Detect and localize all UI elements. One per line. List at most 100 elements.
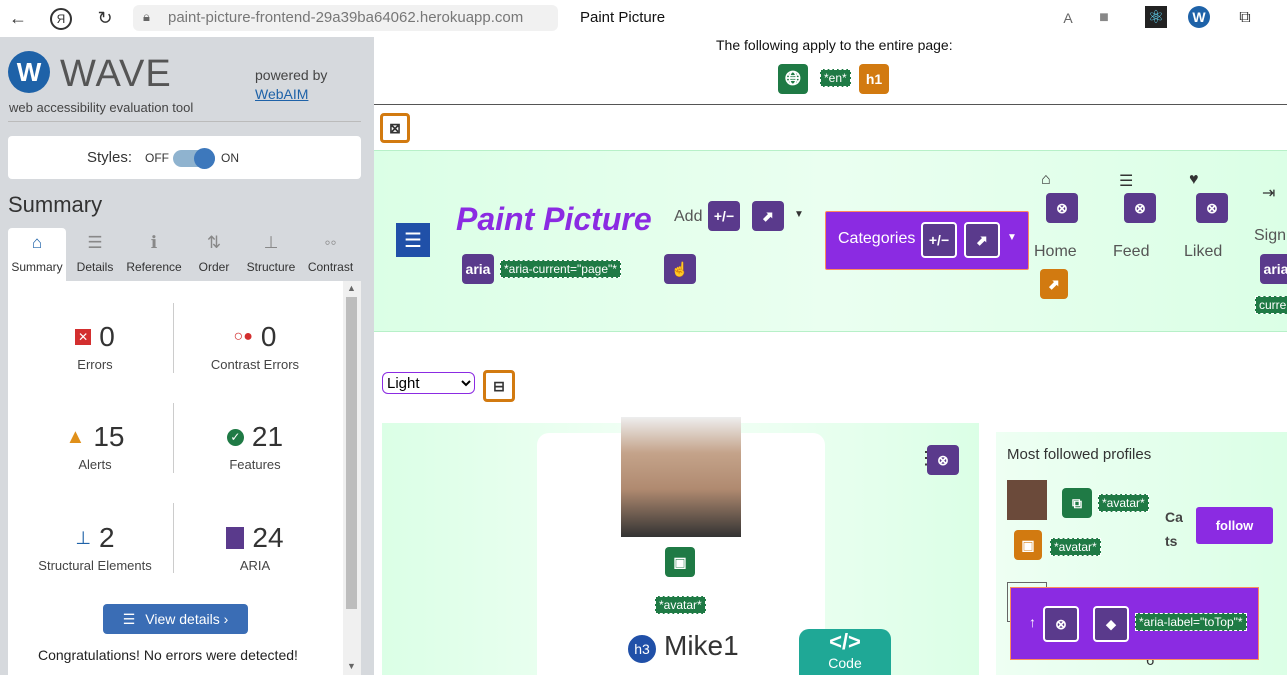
- link-x-icon[interactable]: ⊗: [927, 445, 959, 475]
- url-text: paint-picture-frontend-29a39ba64062.hero…: [168, 9, 524, 26]
- plus-minus-badge[interactable]: +/−: [708, 201, 740, 231]
- link-x-icon[interactable]: ⊗: [1124, 193, 1156, 223]
- lock-icon: 🔒︎: [143, 9, 150, 24]
- home-icon: ⌂: [1041, 171, 1051, 188]
- scroll-down-icon[interactable]: ▼: [347, 661, 356, 671]
- code-badge[interactable]: </> Code: [799, 629, 891, 675]
- yandex-icon[interactable]: Я: [50, 8, 72, 30]
- profile-name[interactable]: Ca ts: [1165, 505, 1187, 553]
- structural-count: 2: [99, 522, 115, 553]
- image-feature-icon[interactable]: ▣: [665, 547, 695, 577]
- summary-heading: Summary: [8, 192, 103, 217]
- tab-structure[interactable]: ⊥ Structure: [242, 228, 300, 281]
- select-alert-icon[interactable]: ⊟: [483, 370, 515, 402]
- arrow-up-icon: ↑: [1029, 614, 1036, 630]
- navbar: ☰ Paint Picture aria *aria-current="page…: [374, 150, 1287, 332]
- aria-label: ARIA: [239, 558, 271, 573]
- structure-icon: ⊥: [75, 527, 92, 548]
- webaim-link[interactable]: WebAIM: [255, 86, 308, 102]
- aria-stat[interactable]: 24 ARIA: [175, 522, 335, 573]
- contrast-stat[interactable]: ○● 0 Contrast Errors: [175, 321, 335, 372]
- nav-liked[interactable]: Liked: [1184, 243, 1222, 261]
- lang-tag: *en*: [820, 69, 851, 87]
- styles-toggle[interactable]: [173, 148, 215, 169]
- contrast-icon: ◦◦: [324, 233, 337, 252]
- alerts-stat[interactable]: ▲ 15 Alerts: [15, 421, 175, 472]
- tab-label: Order: [198, 260, 230, 274]
- address-bar[interactable]: 🔒︎ paint-picture-frontend-29a39ba64062.h…: [133, 5, 558, 31]
- reload-icon[interactable]: ↻: [93, 6, 117, 30]
- wave-extension-icon[interactable]: W: [1188, 6, 1210, 28]
- list-icon: ☰: [122, 610, 136, 627]
- view-details-button[interactable]: ☰ View details ›: [103, 604, 248, 634]
- follow-button[interactable]: follow: [1196, 507, 1273, 544]
- brand-title[interactable]: Paint Picture: [456, 201, 652, 238]
- popup-icon[interactable]: ⬈: [752, 201, 784, 231]
- errors-stat[interactable]: ✕ 0 Errors: [15, 321, 175, 372]
- theme-select[interactable]: Light: [382, 372, 475, 394]
- aria-badge-label: aria: [1263, 261, 1287, 277]
- extensions-icon[interactable]: ⧉: [1233, 6, 1257, 30]
- react-devtools-icon[interactable]: ⚛: [1145, 6, 1167, 28]
- sign-in-icon: ⇥: [1262, 185, 1276, 202]
- tab-label: Details: [76, 260, 114, 274]
- tab-order[interactable]: ⇅ Order: [186, 228, 242, 281]
- nav-feed[interactable]: Feed: [1113, 243, 1149, 261]
- divider: [8, 121, 361, 122]
- translate-icon[interactable]: A: [1056, 6, 1080, 30]
- contrast-error-icon: ○●: [233, 328, 253, 345]
- feature-check-icon: ✓: [226, 428, 244, 446]
- styles-off-label: OFF: [145, 151, 169, 165]
- most-followed-heading: Most followed profiles: [1007, 446, 1152, 463]
- aria-badge[interactable]: aria: [1260, 254, 1287, 284]
- h1-badge[interactable]: h1: [859, 64, 889, 94]
- aria-badge[interactable]: aria: [462, 254, 494, 284]
- h1-label: h1: [865, 71, 883, 87]
- image-alert-icon[interactable]: ▣: [1014, 530, 1042, 560]
- image-alert-icon[interactable]: ⬈: [1040, 269, 1068, 299]
- scrollbar-thumb[interactable]: [346, 297, 357, 609]
- categories-button[interactable]: Categories +/− ⬈ ▼: [825, 211, 1029, 270]
- features-count: 21: [251, 421, 284, 452]
- scroll-up-icon[interactable]: ▲: [347, 283, 356, 293]
- features-stat[interactable]: ✓ 21 Features: [175, 421, 335, 472]
- aria-label-tag: *aria-label="toTop"*: [1135, 613, 1247, 631]
- to-top-button[interactable]: ↑ ⊗ ⬥ *aria-label="toTop"*: [1010, 587, 1259, 660]
- link-x-icon[interactable]: ⊗: [1046, 193, 1078, 223]
- tab-contrast[interactable]: ◦◦ Contrast: [300, 228, 361, 281]
- plus-minus-label: +/−: [713, 208, 735, 224]
- toggle-knob: [194, 148, 215, 169]
- post-card: ▣ *avatar* h3 Mike1: [537, 417, 825, 675]
- tab-label: Contrast: [307, 260, 354, 274]
- image-alert-icon[interactable]: ⊠: [380, 113, 410, 143]
- tab-summary[interactable]: ⌂ Summary: [8, 228, 66, 281]
- wave-logo-icon: W: [8, 51, 50, 93]
- tab-details[interactable]: ☰ Details: [66, 228, 124, 281]
- link-icon[interactable]: ☝: [664, 254, 696, 284]
- chevron-down-icon[interactable]: ▼: [794, 209, 804, 220]
- nav-sign[interactable]: Sign: [1254, 227, 1286, 245]
- back-arrow-icon[interactable]: ←: [6, 6, 30, 30]
- add-label[interactable]: Add: [674, 208, 702, 226]
- aria-icon: [226, 527, 245, 549]
- web-page: The following apply to the entire page: …: [374, 37, 1287, 675]
- bookmark-icon[interactable]: ■: [1092, 6, 1116, 30]
- avatar-tag: *avatar*: [1050, 538, 1101, 556]
- structural-stat[interactable]: ⊥ 2 Structural Elements: [15, 522, 175, 573]
- popup-icon: ⬈: [964, 222, 1000, 258]
- css3-logo-icon: ☰: [396, 223, 430, 257]
- sidebar-scrollbar[interactable]: ▲ ▼: [343, 281, 361, 675]
- tab-title: Paint Picture: [580, 9, 666, 26]
- profile-avatar[interactable]: [1007, 480, 1047, 520]
- alerts-label: Alerts: [78, 457, 112, 472]
- tag-icon: ⬥: [1093, 606, 1129, 642]
- nav-home[interactable]: Home: [1034, 243, 1077, 261]
- h3-badge[interactable]: h3: [626, 633, 658, 665]
- structure-icon: ⊥: [263, 233, 279, 252]
- link-x-icon[interactable]: ⊗: [1196, 193, 1228, 223]
- linked-image-icon[interactable]: ⧉: [1062, 488, 1092, 518]
- globe-icon[interactable]: 🌐︎: [778, 64, 808, 94]
- tab-reference[interactable]: ℹ Reference: [124, 228, 184, 281]
- wave-tabs: ⌂ Summary ☰ Details ℹ Reference ⇅ Order …: [8, 228, 361, 281]
- categories-label: Categories: [838, 230, 916, 247]
